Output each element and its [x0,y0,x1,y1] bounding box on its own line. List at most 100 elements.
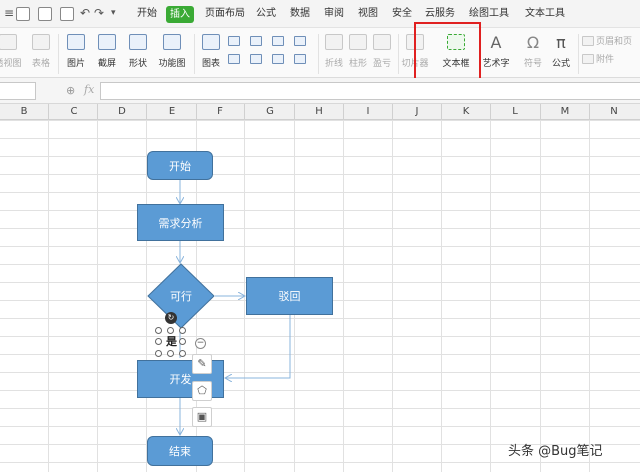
area-chart-small-icon[interactable] [272,36,284,46]
tab-data[interactable]: 数据 [286,0,314,28]
sparkline-winloss-icon [373,34,391,50]
shape-button[interactable]: 形状 [124,34,152,69]
attachment-icon [582,54,594,64]
bar-chart-small-icon[interactable] [250,36,262,46]
flowchart-decision-label[interactable]: 可行 [147,288,215,304]
resize-handle[interactable] [179,350,186,357]
print-icon[interactable] [38,7,52,21]
flowchart-reject[interactable]: 驳回 [246,277,333,315]
tab-home[interactable]: 开始 [132,0,162,28]
sparkline-column-button[interactable]: 柱形 [346,34,370,69]
yes-textbox[interactable]: 是 [166,333,177,349]
grid-column-line [244,120,245,472]
column-divider[interactable] [196,104,197,120]
column-header-b[interactable]: B [14,104,34,120]
outline-style-icon[interactable]: ▣ [192,407,212,427]
header-footer-icon [582,36,594,46]
wordart-button[interactable]: A 艺术字 [478,34,514,70]
table-button[interactable]: 表格 [30,34,52,69]
ribbon-toolbar: 透视图 表格 图片 截屏 形状 功能图 图表 折线 柱形 [0,28,640,78]
grid-column-line [48,120,49,472]
grid-column-line [490,120,491,472]
column-chart-small-icon[interactable] [228,36,240,46]
column-divider[interactable] [589,104,590,120]
sparkline-line-icon [325,34,343,50]
sparkline-line-button[interactable]: 折线 [322,34,346,69]
pencil-icon[interactable]: ✎ [192,354,212,374]
function-chart-button[interactable]: 功能图 [154,34,190,69]
resize-handle[interactable] [155,350,162,357]
line-chart-small-icon[interactable] [228,54,240,64]
column-divider[interactable] [146,104,147,120]
picture-icon [67,34,85,50]
pie-chart-small-icon[interactable] [250,54,262,64]
ribbon-separator [58,34,59,74]
column-divider[interactable] [48,104,49,120]
rotate-handle-icon[interactable]: ↻ [165,312,177,324]
tab-review[interactable]: 审阅 [320,0,348,28]
grid-column-line [343,120,344,472]
menu-toggle-icon[interactable]: ≡ [4,6,14,20]
flowchart-start[interactable]: 开始 [147,151,213,180]
resize-handle[interactable] [155,338,162,345]
sparkline-winloss-button[interactable]: 盈亏 [370,34,394,69]
column-header-e[interactable]: E [162,104,182,120]
header-footer-button[interactable]: 页眉和页 [596,34,632,47]
undo-icon[interactable]: ↶ [80,6,90,20]
flowchart-requirements[interactable]: 需求分析 [137,204,224,241]
scatter-chart-small-icon[interactable] [272,54,284,64]
column-header-j[interactable]: J [407,104,427,120]
name-box[interactable] [0,82,36,100]
column-divider[interactable] [392,104,393,120]
resize-handle[interactable] [179,338,186,345]
column-header-k[interactable]: K [456,104,476,120]
radar-chart-small-icon[interactable] [294,36,306,46]
pivot-chart-icon [0,34,17,50]
symbol-button[interactable]: Ω 符号 [518,34,548,70]
column-header-c[interactable]: C [64,104,84,120]
column-header-l[interactable]: L [505,104,525,120]
scissors-icon [98,34,116,50]
collapse-icon[interactable]: − [195,338,206,349]
zoom-icon[interactable]: ⊕ [66,84,75,97]
column-header-n[interactable]: N [604,104,624,120]
formula-bar: ⊕ fx [0,78,640,104]
tab-security[interactable]: 安全 [388,0,416,28]
quick-access-dropdown-icon[interactable]: ▾ [111,6,116,20]
column-divider[interactable] [343,104,344,120]
flowchart-end[interactable]: 结束 [147,436,213,466]
screenshot-button[interactable]: 截屏 [92,34,122,69]
column-divider[interactable] [441,104,442,120]
other-chart-small-icon[interactable] [294,54,306,64]
pivot-chart-button[interactable]: 透视图 [0,34,22,69]
attachment-button[interactable]: 附件 [596,52,614,65]
tab-view[interactable]: 视图 [354,0,382,28]
tab-text-tools[interactable]: 文本工具 [522,0,568,28]
column-header-g[interactable]: G [260,104,280,120]
column-header-i[interactable]: I [358,104,378,120]
formula-input[interactable] [100,82,640,100]
tab-formulas[interactable]: 公式 [252,0,280,28]
column-header-f[interactable]: F [210,104,230,120]
column-divider[interactable] [540,104,541,120]
fx-label[interactable]: fx [84,83,94,96]
resize-handle[interactable] [155,327,162,334]
save-icon[interactable] [16,7,30,21]
tab-page-layout[interactable]: 页面布局 [202,0,248,28]
fill-bucket-icon[interactable]: ⬠ [192,381,212,401]
column-divider[interactable] [294,104,295,120]
column-header-h[interactable]: H [309,104,329,120]
chart-button[interactable]: 图表 [199,34,223,69]
resize-handle[interactable] [179,327,186,334]
column-divider[interactable] [97,104,98,120]
formula-button[interactable]: π 公式 [548,34,574,70]
column-divider[interactable] [244,104,245,120]
resize-handle[interactable] [167,350,174,357]
column-header-m[interactable]: M [555,104,575,120]
redo-icon[interactable]: ↷ [94,6,104,20]
column-divider[interactable] [490,104,491,120]
picture-button[interactable]: 图片 [62,34,90,69]
print-preview-icon[interactable] [60,7,74,21]
tab-insert[interactable]: 插入 [166,6,194,23]
column-header-d[interactable]: D [112,104,132,120]
